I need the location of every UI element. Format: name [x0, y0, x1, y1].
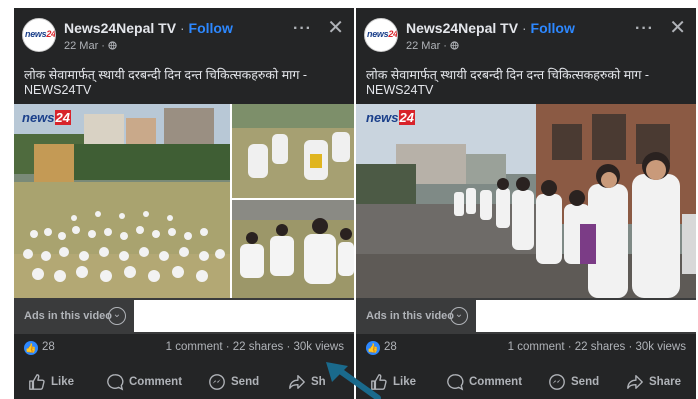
ads-in-video-bar: Ads in this video ⌄: [14, 298, 354, 334]
comment-button[interactable]: Comment: [106, 368, 182, 396]
close-icon[interactable]: ✕: [327, 18, 344, 38]
video-frame-image: [356, 104, 696, 298]
more-icon[interactable]: ···: [293, 20, 312, 38]
send-button[interactable]: Send: [548, 368, 599, 396]
like-reaction-icon[interactable]: 👍: [24, 341, 38, 355]
separator-dot: ·: [179, 20, 185, 36]
like-button[interactable]: Like: [28, 368, 74, 396]
comment-icon: [107, 374, 124, 391]
post-date[interactable]: 22 Mar ·: [64, 40, 117, 52]
send-label: Send: [571, 376, 600, 388]
follow-button[interactable]: Follow: [531, 20, 575, 36]
globe-icon: [108, 41, 117, 50]
chevron-down-icon[interactable]: ⌄: [450, 307, 468, 325]
send-button[interactable]: Send: [208, 368, 259, 396]
globe-icon: [450, 41, 459, 50]
page-avatar[interactable]: news24: [364, 18, 398, 52]
post-date[interactable]: 22 Mar ·: [406, 40, 459, 52]
post-date-text: 22 Mar ·: [406, 40, 451, 52]
action-bar: Like Comment Send Share: [356, 368, 696, 396]
post-card-left: news24 News24Nepal TV · Follow 22 Mar · …: [14, 8, 354, 399]
ads-label: Ads in this video: [24, 310, 113, 322]
ads-in-video-bar: Ads in this video ⌄: [356, 298, 696, 334]
like-label: Like: [51, 376, 75, 388]
post-header: news24 News24Nepal TV · Follow 22 Mar · …: [14, 8, 354, 64]
page-logo: news24: [367, 29, 398, 39]
pointer-arrow-annotation: [326, 362, 381, 399]
action-bar: Like Comment Send Sh: [14, 368, 354, 396]
engagement-stats[interactable]: 1 comment · 22 shares · 30k views: [508, 341, 686, 353]
page-name-row: News24Nepal TV · Follow: [406, 20, 575, 36]
like-count[interactable]: 28: [42, 341, 55, 353]
share-button[interactable]: Share: [626, 368, 681, 396]
close-icon[interactable]: ✕: [669, 18, 686, 38]
like-reaction-icon[interactable]: 👍: [366, 341, 380, 355]
page-name-row: News24Nepal TV · Follow: [64, 20, 233, 36]
page-avatar[interactable]: news24: [22, 18, 56, 52]
news24-watermark: news24: [366, 110, 415, 125]
page-logo: news24: [25, 29, 56, 39]
engagement-stats[interactable]: 1 comment · 22 shares · 30k views: [166, 341, 344, 353]
post-header: news24 News24Nepal TV · Follow 22 Mar · …: [356, 8, 696, 64]
news24-watermark: news24: [22, 110, 71, 125]
post-date-text: 22 Mar ·: [64, 40, 109, 52]
comment-label: Comment: [129, 376, 183, 388]
post-card-right: news24 News24Nepal TV · Follow 22 Mar · …: [356, 8, 696, 399]
ad-slot: [476, 300, 696, 332]
ads-label: Ads in this video: [366, 310, 455, 322]
reaction-stats-row: 👍 28 1 comment · 22 shares · 30k views: [356, 338, 696, 360]
page-name[interactable]: News24Nepal TV: [406, 20, 518, 36]
messenger-icon: [209, 374, 225, 390]
chevron-down-icon[interactable]: ⌄: [108, 307, 126, 325]
page-name[interactable]: News24Nepal TV: [64, 20, 176, 36]
share-icon: [627, 375, 643, 389]
like-count[interactable]: 28: [384, 341, 397, 353]
share-label: Share: [649, 376, 681, 388]
video-frame-image: [14, 104, 354, 298]
send-label: Send: [231, 376, 260, 388]
more-icon[interactable]: ···: [635, 20, 654, 38]
like-label: Like: [393, 376, 417, 388]
post-caption: लोक सेवामार्फत् स्थायी दरबन्दी दिन दन्त …: [366, 68, 650, 97]
comment-label: Comment: [469, 376, 523, 388]
thumbs-up-icon: [29, 374, 45, 390]
comment-button[interactable]: Comment: [446, 368, 522, 396]
video-thumbnail-collage[interactable]: news24: [14, 104, 354, 298]
share-icon: [289, 375, 305, 389]
follow-button[interactable]: Follow: [189, 20, 233, 36]
reaction-stats-row: 👍 28 1 comment · 22 shares · 30k views: [14, 338, 354, 360]
comment-icon: [447, 374, 464, 391]
post-caption: लोक सेवामार्फत् स्थायी दरबन्दी दिन दन्त …: [24, 68, 308, 97]
ad-slot: [134, 300, 354, 332]
messenger-icon: [549, 374, 565, 390]
video-thumbnail[interactable]: news24: [356, 104, 696, 298]
separator-dot: ·: [521, 20, 527, 36]
